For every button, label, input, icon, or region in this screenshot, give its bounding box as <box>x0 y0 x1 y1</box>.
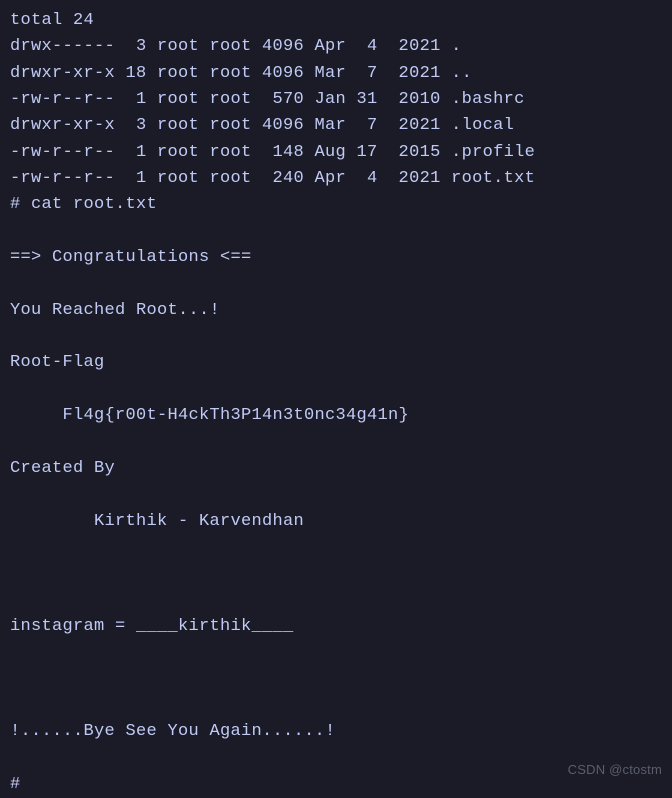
terminal-output: total 24 drwx------ 3 root root 4096 Apr… <box>10 8 662 798</box>
watermark: CSDN @ctostm <box>568 760 662 780</box>
